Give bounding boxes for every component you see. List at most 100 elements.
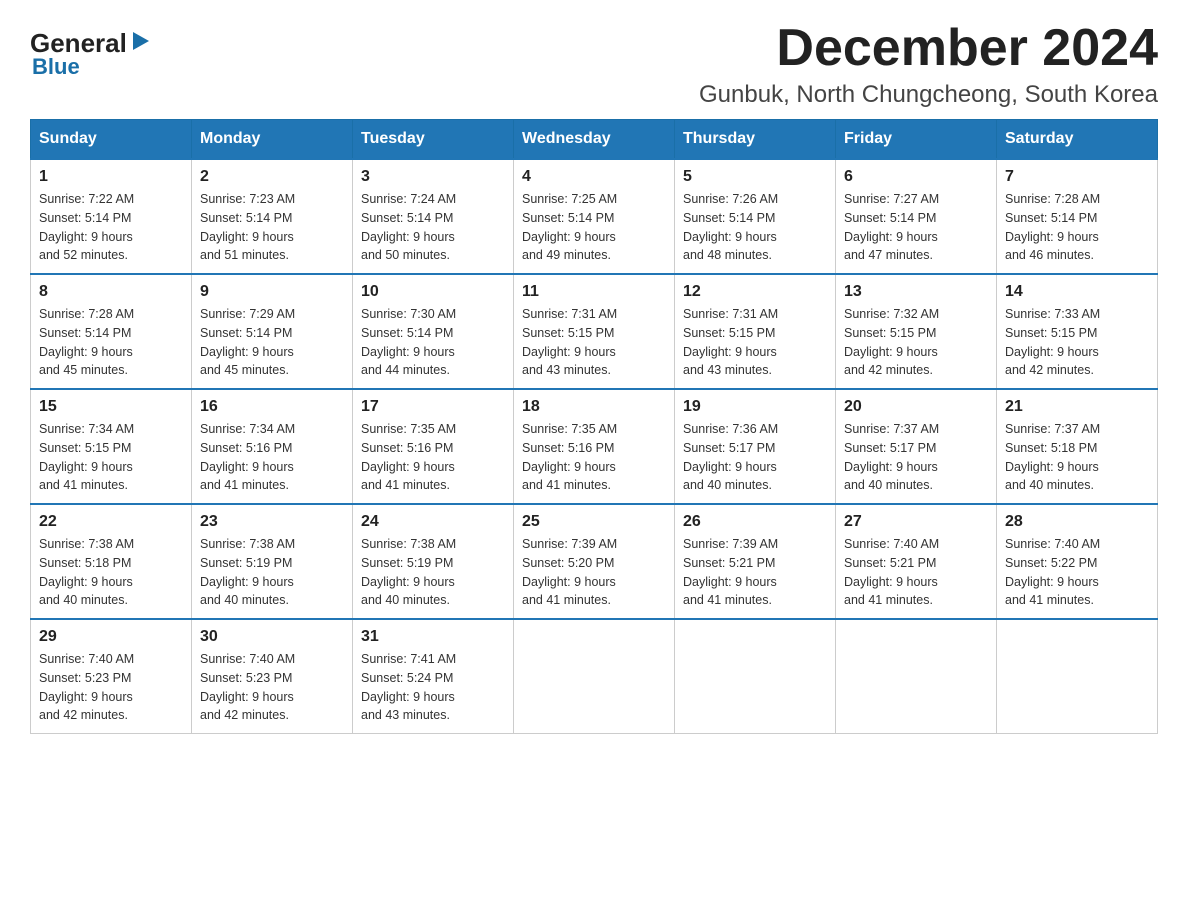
logo: General Blue (30, 30, 151, 80)
calendar-day-header: Thursday (675, 120, 836, 160)
calendar-day-header: Friday (836, 120, 997, 160)
logo-general: General (30, 30, 127, 56)
calendar-cell: 15 Sunrise: 7:34 AM Sunset: 5:15 PM Dayli… (31, 389, 192, 504)
day-info: Sunrise: 7:40 AM Sunset: 5:21 PM Dayligh… (844, 535, 988, 610)
day-number: 22 (39, 513, 183, 531)
calendar-week-row: 1Sunrise: 7:22 AM Sunset: 5:14 PM Daylig… (31, 159, 1158, 274)
day-info: Sunrise: 7:40 AM Sunset: 5:22 PM Dayligh… (1005, 535, 1149, 610)
calendar-cell: 13 Sunrise: 7:32 AM Sunset: 5:15 PM Dayli… (836, 274, 997, 389)
day-info: Sunrise: 7:29 AM Sunset: 5:14 PM Dayligh… (200, 305, 344, 380)
day-info: Sunrise: 7:38 AM Sunset: 5:19 PM Dayligh… (361, 535, 505, 610)
day-info: Sunrise: 7:35 AM Sunset: 5:16 PM Dayligh… (522, 420, 666, 495)
logo-blue: Blue (32, 54, 80, 80)
calendar-cell (514, 619, 675, 734)
day-info: Sunrise: 7:33 AM Sunset: 5:15 PM Dayligh… (1005, 305, 1149, 380)
calendar-cell: 24Sunrise: 7:38 AM Sunset: 5:19 PM Dayli… (353, 504, 514, 619)
calendar-table: SundayMondayTuesdayWednesdayThursdayFrid… (30, 119, 1158, 734)
calendar-cell: 6 Sunrise: 7:27 AM Sunset: 5:14 PM Daylig… (836, 159, 997, 274)
day-info: Sunrise: 7:28 AM Sunset: 5:14 PM Dayligh… (39, 305, 183, 380)
calendar-cell: 16 Sunrise: 7:34 AM Sunset: 5:16 PM Dayli… (192, 389, 353, 504)
day-number: 16 (200, 398, 344, 416)
day-info: Sunrise: 7:37 AM Sunset: 5:18 PM Dayligh… (1005, 420, 1149, 495)
day-number: 2 (200, 168, 344, 186)
calendar-cell: 2 Sunrise: 7:23 AM Sunset: 5:14 PM Daylig… (192, 159, 353, 274)
day-number: 27 (844, 513, 988, 531)
calendar-cell: 10 Sunrise: 7:30 AM Sunset: 5:14 PM Dayli… (353, 274, 514, 389)
calendar-cell: 18Sunrise: 7:35 AM Sunset: 5:16 PM Dayli… (514, 389, 675, 504)
calendar-cell: 19Sunrise: 7:36 AM Sunset: 5:17 PM Dayli… (675, 389, 836, 504)
day-info: Sunrise: 7:34 AM Sunset: 5:15 PM Dayligh… (39, 420, 183, 495)
day-info: Sunrise: 7:30 AM Sunset: 5:14 PM Dayligh… (361, 305, 505, 380)
page-header: General Blue December 2024 Gunbuk, North… (30, 20, 1158, 109)
day-info: Sunrise: 7:40 AM Sunset: 5:23 PM Dayligh… (200, 650, 344, 725)
calendar-week-row: 22 Sunrise: 7:38 AM Sunset: 5:18 PM Dayli… (31, 504, 1158, 619)
day-number: 30 (200, 628, 344, 646)
day-number: 4 (522, 168, 666, 186)
day-number: 20 (844, 398, 988, 416)
calendar-cell: 22 Sunrise: 7:38 AM Sunset: 5:18 PM Dayli… (31, 504, 192, 619)
page-subtitle: Gunbuk, North Chungcheong, South Korea (699, 81, 1158, 109)
day-number: 10 (361, 283, 505, 301)
day-info: Sunrise: 7:32 AM Sunset: 5:15 PM Dayligh… (844, 305, 988, 380)
calendar-cell: 26 Sunrise: 7:39 AM Sunset: 5:21 PM Dayli… (675, 504, 836, 619)
day-number: 8 (39, 283, 183, 301)
calendar-day-header: Saturday (997, 120, 1158, 160)
day-number: 12 (683, 283, 827, 301)
day-info: Sunrise: 7:28 AM Sunset: 5:14 PM Dayligh… (1005, 190, 1149, 265)
calendar-cell: 11Sunrise: 7:31 AM Sunset: 5:15 PM Dayli… (514, 274, 675, 389)
day-info: Sunrise: 7:38 AM Sunset: 5:18 PM Dayligh… (39, 535, 183, 610)
day-info: Sunrise: 7:34 AM Sunset: 5:16 PM Dayligh… (200, 420, 344, 495)
calendar-cell (675, 619, 836, 734)
day-info: Sunrise: 7:24 AM Sunset: 5:14 PM Dayligh… (361, 190, 505, 265)
calendar-cell: 5Sunrise: 7:26 AM Sunset: 5:14 PM Daylig… (675, 159, 836, 274)
day-number: 13 (844, 283, 988, 301)
day-number: 25 (522, 513, 666, 531)
calendar-cell: 8 Sunrise: 7:28 AM Sunset: 5:14 PM Daylig… (31, 274, 192, 389)
day-info: Sunrise: 7:36 AM Sunset: 5:17 PM Dayligh… (683, 420, 827, 495)
day-info: Sunrise: 7:39 AM Sunset: 5:21 PM Dayligh… (683, 535, 827, 610)
calendar-cell: 29 Sunrise: 7:40 AM Sunset: 5:23 PM Dayli… (31, 619, 192, 734)
calendar-cell: 7Sunrise: 7:28 AM Sunset: 5:14 PM Daylig… (997, 159, 1158, 274)
day-number: 11 (522, 283, 666, 301)
day-info: Sunrise: 7:38 AM Sunset: 5:19 PM Dayligh… (200, 535, 344, 610)
title-block: December 2024 Gunbuk, North Chungcheong,… (699, 20, 1158, 109)
day-info: Sunrise: 7:23 AM Sunset: 5:14 PM Dayligh… (200, 190, 344, 265)
calendar-cell: 4 Sunrise: 7:25 AM Sunset: 5:14 PM Daylig… (514, 159, 675, 274)
calendar-cell: 27 Sunrise: 7:40 AM Sunset: 5:21 PM Dayli… (836, 504, 997, 619)
calendar-cell: 17Sunrise: 7:35 AM Sunset: 5:16 PM Dayli… (353, 389, 514, 504)
calendar-cell: 3Sunrise: 7:24 AM Sunset: 5:14 PM Daylig… (353, 159, 514, 274)
calendar-cell (997, 619, 1158, 734)
day-info: Sunrise: 7:39 AM Sunset: 5:20 PM Dayligh… (522, 535, 666, 610)
day-number: 6 (844, 168, 988, 186)
day-number: 26 (683, 513, 827, 531)
page-title: December 2024 (699, 20, 1158, 77)
calendar-week-row: 8 Sunrise: 7:28 AM Sunset: 5:14 PM Daylig… (31, 274, 1158, 389)
day-number: 15 (39, 398, 183, 416)
day-number: 28 (1005, 513, 1149, 531)
day-number: 9 (200, 283, 344, 301)
calendar-cell: 28 Sunrise: 7:40 AM Sunset: 5:22 PM Dayli… (997, 504, 1158, 619)
day-info: Sunrise: 7:40 AM Sunset: 5:23 PM Dayligh… (39, 650, 183, 725)
day-info: Sunrise: 7:27 AM Sunset: 5:14 PM Dayligh… (844, 190, 988, 265)
logo-arrow-icon (129, 30, 151, 52)
day-number: 23 (200, 513, 344, 531)
calendar-cell: 9 Sunrise: 7:29 AM Sunset: 5:14 PM Daylig… (192, 274, 353, 389)
calendar-cell: 25 Sunrise: 7:39 AM Sunset: 5:20 PM Dayli… (514, 504, 675, 619)
calendar-cell: 14Sunrise: 7:33 AM Sunset: 5:15 PM Dayli… (997, 274, 1158, 389)
calendar-cell: 30 Sunrise: 7:40 AM Sunset: 5:23 PM Dayli… (192, 619, 353, 734)
day-number: 17 (361, 398, 505, 416)
calendar-week-row: 15 Sunrise: 7:34 AM Sunset: 5:15 PM Dayli… (31, 389, 1158, 504)
calendar-header-row: SundayMondayTuesdayWednesdayThursdayFrid… (31, 120, 1158, 160)
calendar-cell: 21Sunrise: 7:37 AM Sunset: 5:18 PM Dayli… (997, 389, 1158, 504)
calendar-day-header: Wednesday (514, 120, 675, 160)
calendar-day-header: Tuesday (353, 120, 514, 160)
day-number: 29 (39, 628, 183, 646)
day-info: Sunrise: 7:26 AM Sunset: 5:14 PM Dayligh… (683, 190, 827, 265)
day-info: Sunrise: 7:37 AM Sunset: 5:17 PM Dayligh… (844, 420, 988, 495)
calendar-cell: 23 Sunrise: 7:38 AM Sunset: 5:19 PM Dayli… (192, 504, 353, 619)
day-info: Sunrise: 7:25 AM Sunset: 5:14 PM Dayligh… (522, 190, 666, 265)
calendar-cell: 12Sunrise: 7:31 AM Sunset: 5:15 PM Dayli… (675, 274, 836, 389)
day-info: Sunrise: 7:41 AM Sunset: 5:24 PM Dayligh… (361, 650, 505, 725)
calendar-week-row: 29 Sunrise: 7:40 AM Sunset: 5:23 PM Dayli… (31, 619, 1158, 734)
calendar-cell (836, 619, 997, 734)
